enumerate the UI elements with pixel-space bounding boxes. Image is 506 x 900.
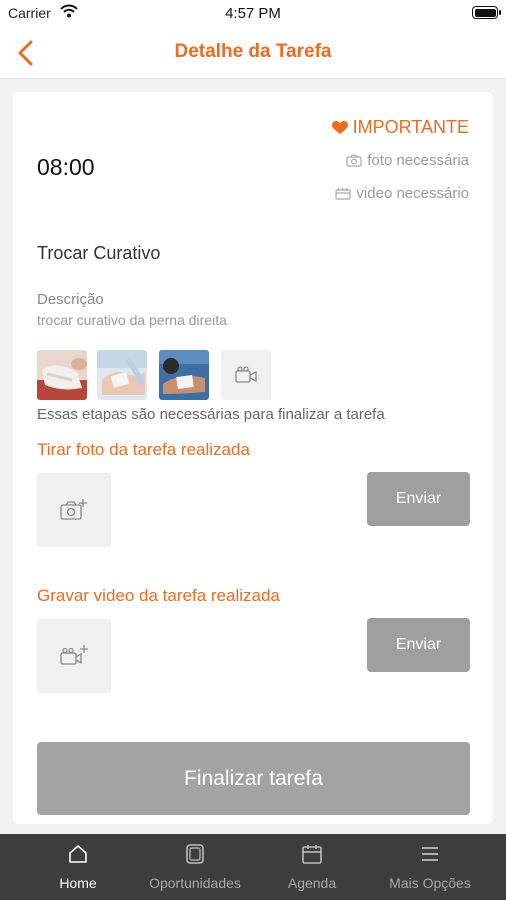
reference-photo-thumbnail[interactable] — [159, 350, 209, 400]
video-camera-icon — [235, 366, 257, 383]
send-video-button[interactable]: Enviar — [367, 618, 470, 672]
tab-label: Mais Opções — [389, 875, 471, 891]
send-photo-button[interactable]: Enviar — [367, 472, 470, 526]
home-icon — [15, 844, 141, 866]
tab-oportunidades[interactable]: Oportunidades — [132, 834, 258, 900]
video-required-label: video necessário — [356, 185, 469, 202]
tab-label: Agenda — [287, 875, 337, 891]
reference-video-thumbnail[interactable] — [221, 350, 271, 400]
photo-required: foto necessária — [346, 152, 469, 169]
reference-photo-thumbnail[interactable] — [97, 350, 147, 400]
tab-label: Oportunidades — [149, 875, 241, 891]
nav-header: Detalhe da Tarefa — [0, 28, 506, 79]
menu-icon — [367, 844, 493, 866]
calendar-icon — [249, 844, 375, 866]
importance-label: IMPORTANTE — [352, 117, 469, 137]
page-title: Detalhe da Tarefa — [174, 41, 332, 62]
tab-label: Home — [59, 875, 97, 891]
reference-photo-thumbnail[interactable] — [37, 350, 87, 400]
photo-required-label: foto necessária — [367, 152, 469, 169]
square-icon — [132, 844, 258, 866]
video-section-title: Gravar video da tarefa realizada — [37, 586, 280, 605]
tab-home[interactable]: Home — [15, 834, 141, 900]
status-bar: Carrier 4:57 PM — [0, 0, 506, 28]
battery-icon — [472, 6, 501, 19]
add-photo-icon — [60, 499, 87, 520]
task-time: 08:00 — [37, 154, 95, 180]
tab-bar: Home Oportunidades Agenda Mais Opções — [0, 834, 506, 900]
add-video-icon — [60, 645, 88, 665]
photo-section-title: Tirar foto da tarefa realizada — [37, 440, 250, 459]
heart-icon — [331, 120, 348, 134]
importance-badge: IMPORTANTE — [331, 117, 469, 138]
take-photo-button[interactable] — [37, 473, 111, 547]
description-label: Descrição — [37, 291, 104, 308]
record-video-button[interactable] — [37, 619, 111, 693]
tab-mais-opcoes[interactable]: Mais Opções — [367, 834, 493, 900]
video-camera-icon — [335, 187, 352, 200]
tab-agenda[interactable]: Agenda — [249, 834, 375, 900]
clock: 4:57 PM — [225, 5, 281, 22]
task-title: Trocar Curativo — [37, 243, 161, 263]
video-required: video necessário — [335, 185, 469, 202]
description-text: trocar curativo da perna direita — [37, 312, 227, 328]
camera-icon — [346, 154, 362, 167]
steps-note: Essas etapas são necessárias para finali… — [37, 406, 385, 423]
finish-task-button[interactable]: Finalizar tarefa — [37, 742, 470, 815]
